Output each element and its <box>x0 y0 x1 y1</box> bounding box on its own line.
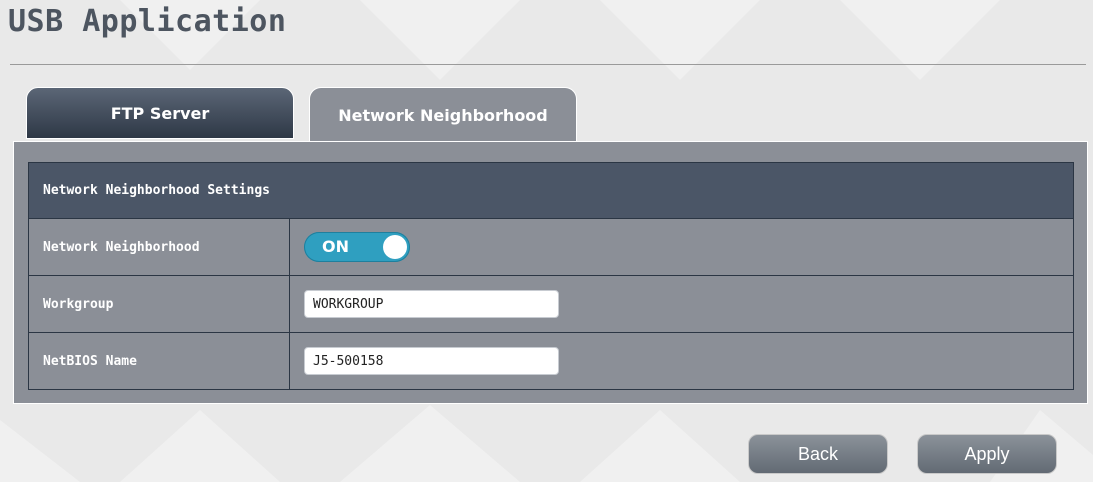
netbios-name-value-cell <box>289 332 1074 390</box>
settings-header-row: Network Neighborhood Settings <box>28 162 1074 219</box>
netbios-name-label: NetBIOS Name <box>28 332 290 390</box>
back-button-label: Back <box>797 443 839 464</box>
toggle-state-text: ON <box>322 237 349 256</box>
table-row: Network Neighborhood ON <box>28 218 1074 276</box>
apply-button[interactable]: Apply <box>917 434 1057 474</box>
apply-button-label: Apply <box>964 443 1010 464</box>
back-button[interactable]: Back <box>748 434 888 474</box>
title-divider <box>10 64 1086 65</box>
tab-network-neighborhood[interactable]: Network Neighborhood <box>309 87 577 143</box>
netbios-name-input[interactable] <box>304 347 559 375</box>
network-neighborhood-label: Network Neighborhood <box>28 218 290 276</box>
network-neighborhood-value-cell: ON <box>289 218 1074 276</box>
network-neighborhood-toggle[interactable]: ON <box>304 232 410 262</box>
page-title: USB Application <box>8 4 287 39</box>
toggle-knob <box>383 235 407 259</box>
settings-panel: Network Neighborhood Settings Network Ne… <box>13 141 1088 404</box>
workgroup-label: Workgroup <box>28 275 290 333</box>
table-row: NetBIOS Name <box>28 332 1074 390</box>
settings-table: Network Neighborhood Settings Network Ne… <box>28 162 1074 390</box>
workgroup-value-cell <box>289 275 1074 333</box>
tab-ftp-server[interactable]: FTP Server <box>26 87 294 139</box>
table-row: Workgroup <box>28 275 1074 333</box>
settings-header: Network Neighborhood Settings <box>28 162 1074 219</box>
tab-network-neighborhood-label: Network Neighborhood <box>338 106 548 125</box>
tab-ftp-server-label: FTP Server <box>110 103 210 123</box>
workgroup-input[interactable] <box>304 290 559 318</box>
